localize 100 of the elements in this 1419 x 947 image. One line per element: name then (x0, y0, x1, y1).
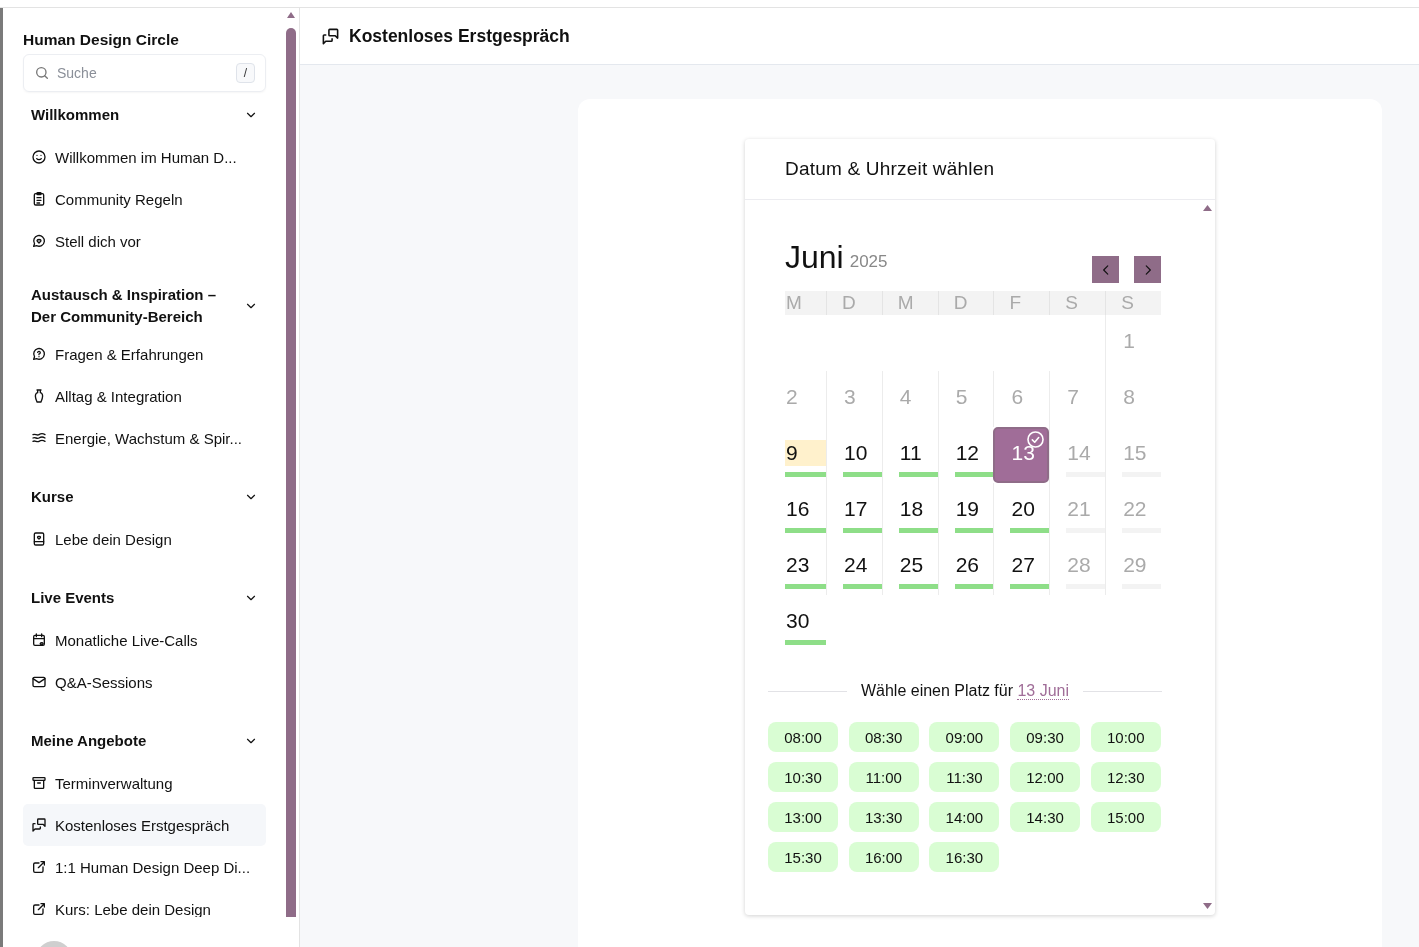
calendar-day[interactable]: 17 (826, 483, 882, 539)
calendar-day[interactable]: 25 (881, 539, 938, 595)
calendar-day[interactable]: 30 (785, 595, 826, 651)
section-header[interactable]: Willkommen (23, 94, 266, 136)
availability-bar (785, 472, 826, 477)
calendar-day[interactable]: 27 (993, 539, 1050, 595)
section-header[interactable]: Kurse (23, 476, 266, 518)
time-slot-button[interactable]: 16:30 (929, 842, 1000, 872)
weekday-label: F (993, 291, 1050, 315)
chat-question-icon (31, 346, 47, 362)
time-slot-button[interactable]: 12:30 (1090, 762, 1161, 792)
nav-item[interactable]: Willkommen im Human D... (23, 136, 266, 178)
calendar-day[interactable]: 16 (785, 483, 826, 539)
calendar-day[interactable]: 9 (785, 427, 826, 483)
nav-label: Community Regeln (55, 190, 183, 208)
time-slot-button[interactable]: 12:00 (1010, 762, 1081, 792)
weekday-label: S (1049, 291, 1106, 315)
time-slot-button[interactable]: 13:30 (848, 802, 919, 832)
previous-month-button[interactable] (1092, 256, 1119, 283)
time-slot-button[interactable]: 11:30 (929, 762, 1000, 792)
scroll-up-icon[interactable] (287, 12, 295, 18)
section-header[interactable]: Live Events (23, 577, 266, 619)
nav-item[interactable]: Kurs: Lebe dein Design (23, 888, 266, 917)
weekday-label: D (826, 291, 882, 315)
weekday-label: S (1105, 291, 1161, 315)
next-month-button[interactable] (1134, 256, 1161, 283)
search-bar[interactable]: Suche / (23, 54, 266, 92)
nav-item[interactable]: Community Regeln (23, 178, 266, 220)
nav-item[interactable]: 1:1 Human Design Deep Di... (23, 846, 266, 888)
book-icon (31, 531, 47, 547)
chat-bubbles-icon (31, 817, 47, 833)
scroll-up-icon[interactable] (1203, 205, 1212, 211)
chat-bubbles-icon (321, 26, 340, 46)
external-link-icon (31, 859, 47, 875)
nav-label: Stell dich vor (55, 232, 141, 250)
nav-item[interactable]: Fragen & Erfahrungen (23, 333, 266, 375)
nav-label: Terminverwaltung (55, 774, 173, 792)
calendar-day[interactable]: 19 (937, 483, 994, 539)
page-title: Kostenloses Erstgespräch (349, 25, 570, 47)
availability-bar (898, 528, 938, 533)
availability-bar (843, 472, 882, 477)
section-header[interactable]: Austausch & Inspiration – Der Community-Bereich (23, 279, 266, 333)
time-slot-button[interactable]: 15:30 (768, 842, 838, 872)
calendar-day: 8 (1105, 371, 1161, 427)
calendar-day[interactable]: 20 (993, 483, 1050, 539)
calendar-day[interactable]: 24 (826, 539, 882, 595)
year-label: 2025 (849, 252, 888, 272)
calendar-day: 2 (785, 371, 826, 427)
nav-item[interactable]: Q&A-Sessions (23, 661, 266, 703)
nav-label: Kurs: Lebe dein Design (55, 900, 211, 917)
clipboard-icon (31, 191, 47, 207)
availability-bar (954, 472, 994, 477)
availability-bar (785, 584, 826, 589)
calendar-day[interactable]: 26 (937, 539, 994, 595)
calendar-day[interactable]: 23 (785, 539, 826, 595)
availability-bar (843, 528, 882, 533)
search-icon (34, 65, 50, 81)
time-slot-button[interactable]: 11:00 (848, 762, 919, 792)
availability-bar (1010, 528, 1050, 533)
weekday-label: M (881, 291, 938, 315)
time-slot-button[interactable]: 10:30 (768, 762, 838, 792)
nav-label: Fragen & Erfahrungen (55, 345, 204, 363)
availability-bar (954, 584, 994, 589)
section-header[interactable]: Meine Angebote (23, 720, 266, 762)
time-slot-button[interactable]: 10:00 (1090, 722, 1161, 752)
availability-bar (843, 584, 882, 589)
time-slot-button[interactable]: 08:30 (848, 722, 919, 752)
nav-item[interactable]: Lebe dein Design (23, 518, 266, 560)
availability-bar (785, 528, 826, 533)
scroll-down-icon[interactable] (1203, 903, 1212, 909)
time-slot-button[interactable]: 14:00 (929, 802, 1000, 832)
nav-item[interactable]: Monatliche Live-Calls (23, 619, 266, 661)
external-link-icon (31, 901, 47, 917)
weekday-label: D (937, 291, 994, 315)
calendar-day: 1 (1105, 315, 1161, 371)
calendar-day[interactable]: 13 (993, 427, 1050, 483)
availability-bar (954, 528, 994, 533)
calendar-day[interactable]: 10 (826, 427, 882, 483)
nav-item[interactable]: Energie, Wachstum & Spir... (23, 417, 266, 459)
time-slot-button[interactable]: 09:30 (1010, 722, 1081, 752)
calendar-day: 4 (881, 371, 938, 427)
time-slot-button[interactable]: 16:00 (848, 842, 919, 872)
availability-bar (898, 472, 938, 477)
time-slot-button[interactable]: 15:00 (1090, 802, 1161, 832)
smiley-icon (31, 149, 47, 165)
nav-label: 1:1 Human Design Deep Di... (55, 858, 251, 876)
time-slot-button[interactable]: 13:00 (768, 802, 838, 832)
time-slot-button[interactable]: 08:00 (768, 722, 838, 752)
time-slot-button[interactable]: 14:30 (1010, 802, 1081, 832)
search-field[interactable]: Suche (57, 65, 229, 81)
time-slot-button[interactable]: 09:00 (929, 722, 1000, 752)
calendar-day: 3 (826, 371, 882, 427)
nav-item[interactable]: Alltag & Integration (23, 375, 266, 417)
nav-item[interactable]: Kostenloses Erstgespräch (23, 804, 266, 846)
nav-item[interactable]: Stell dich vor (23, 220, 266, 262)
widget-title: Datum & Uhrzeit wählen (785, 158, 995, 180)
selected-date-link[interactable]: 13 Juni (1017, 682, 1070, 700)
calendar-day[interactable]: 11 (881, 427, 938, 483)
nav-item[interactable]: Terminverwaltung (23, 762, 266, 804)
calendar-day[interactable]: 18 (881, 483, 938, 539)
